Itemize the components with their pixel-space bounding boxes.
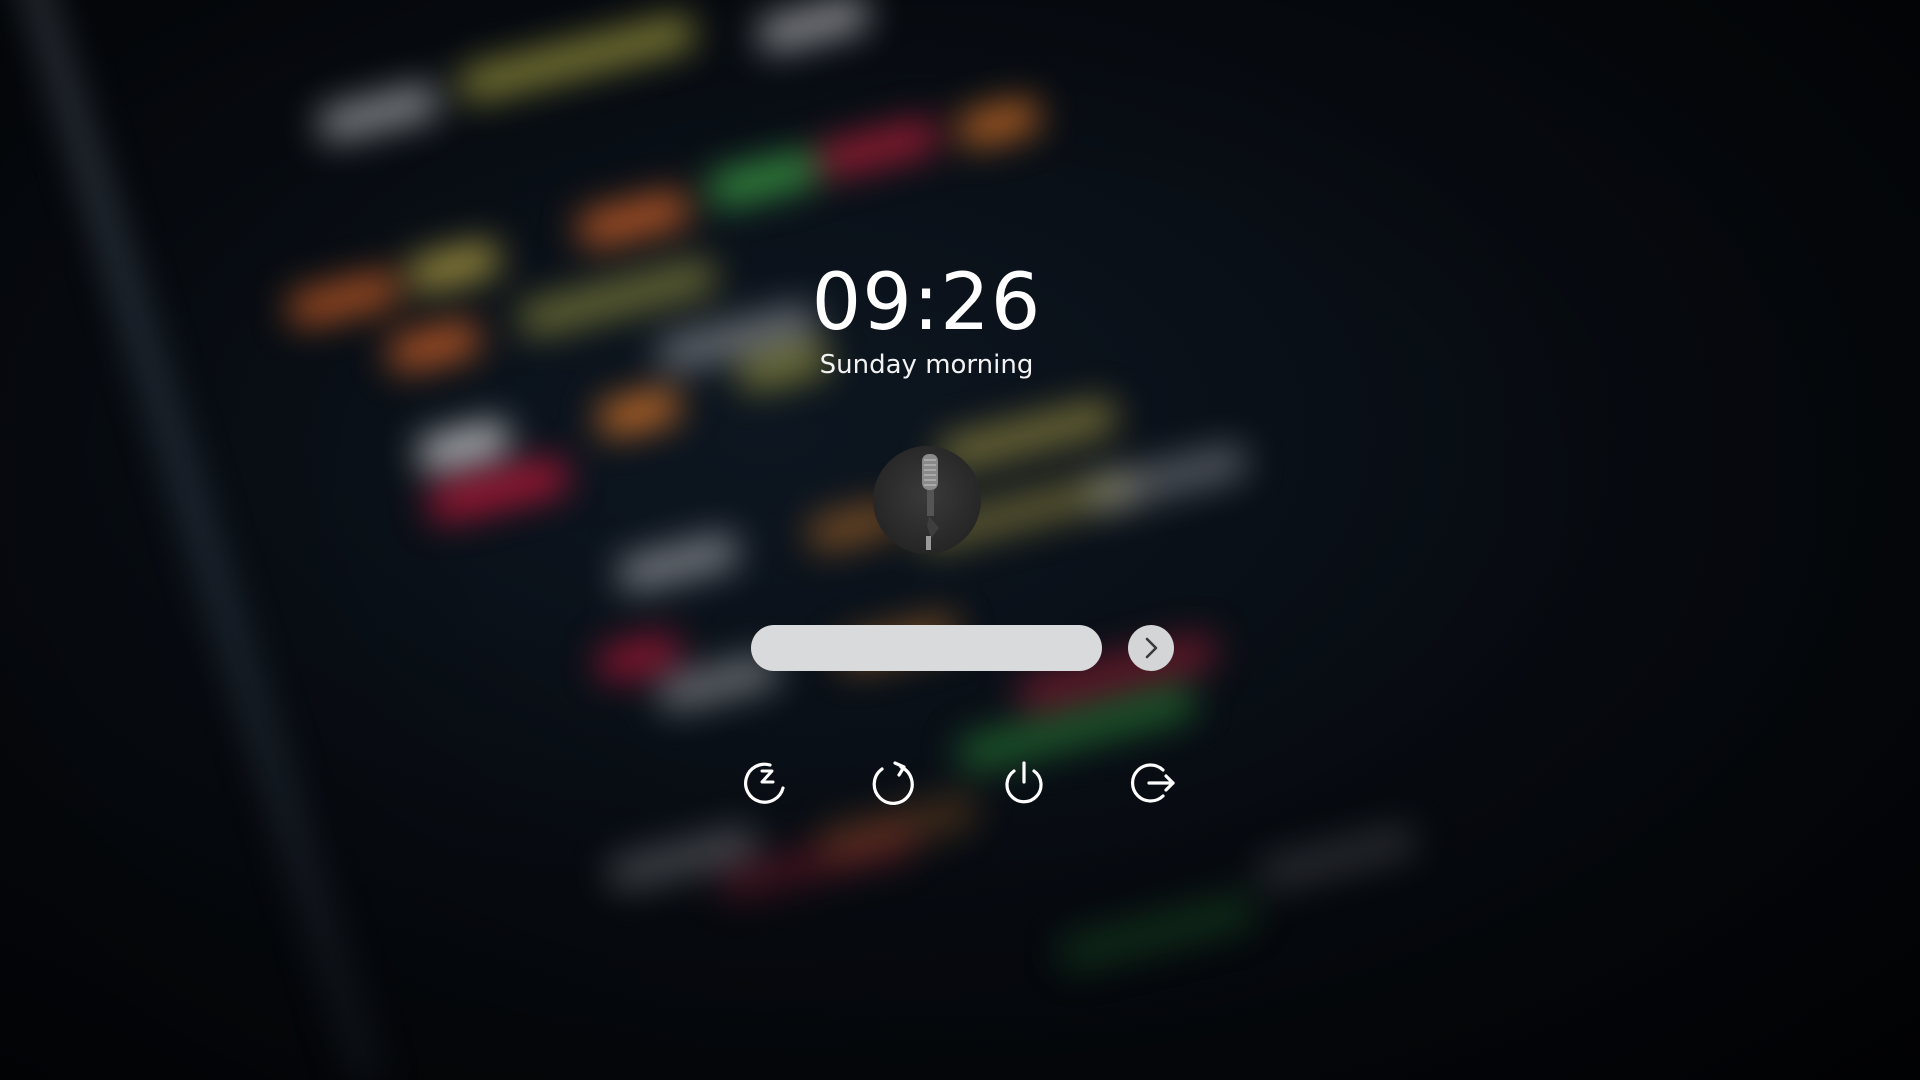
logout-button[interactable] bbox=[1129, 758, 1179, 808]
shutdown-button[interactable] bbox=[999, 758, 1049, 808]
submit-button[interactable] bbox=[1128, 625, 1174, 671]
microphone-icon bbox=[922, 454, 939, 550]
sleep-icon bbox=[744, 762, 785, 804]
user-avatar bbox=[873, 446, 981, 554]
password-input[interactable] bbox=[751, 625, 1102, 671]
logout-icon bbox=[1130, 763, 1175, 803]
sleep-button[interactable] bbox=[740, 758, 790, 808]
restart-icon bbox=[872, 761, 914, 805]
lock-screen: 09:26 Sunday morning bbox=[0, 0, 1920, 1080]
clock-time: 09:26 bbox=[811, 258, 1042, 348]
power-icon bbox=[1005, 761, 1043, 804]
greeting-text: Sunday morning bbox=[819, 350, 1034, 380]
restart-button[interactable] bbox=[868, 758, 918, 808]
chevron-right-icon bbox=[1145, 637, 1158, 659]
